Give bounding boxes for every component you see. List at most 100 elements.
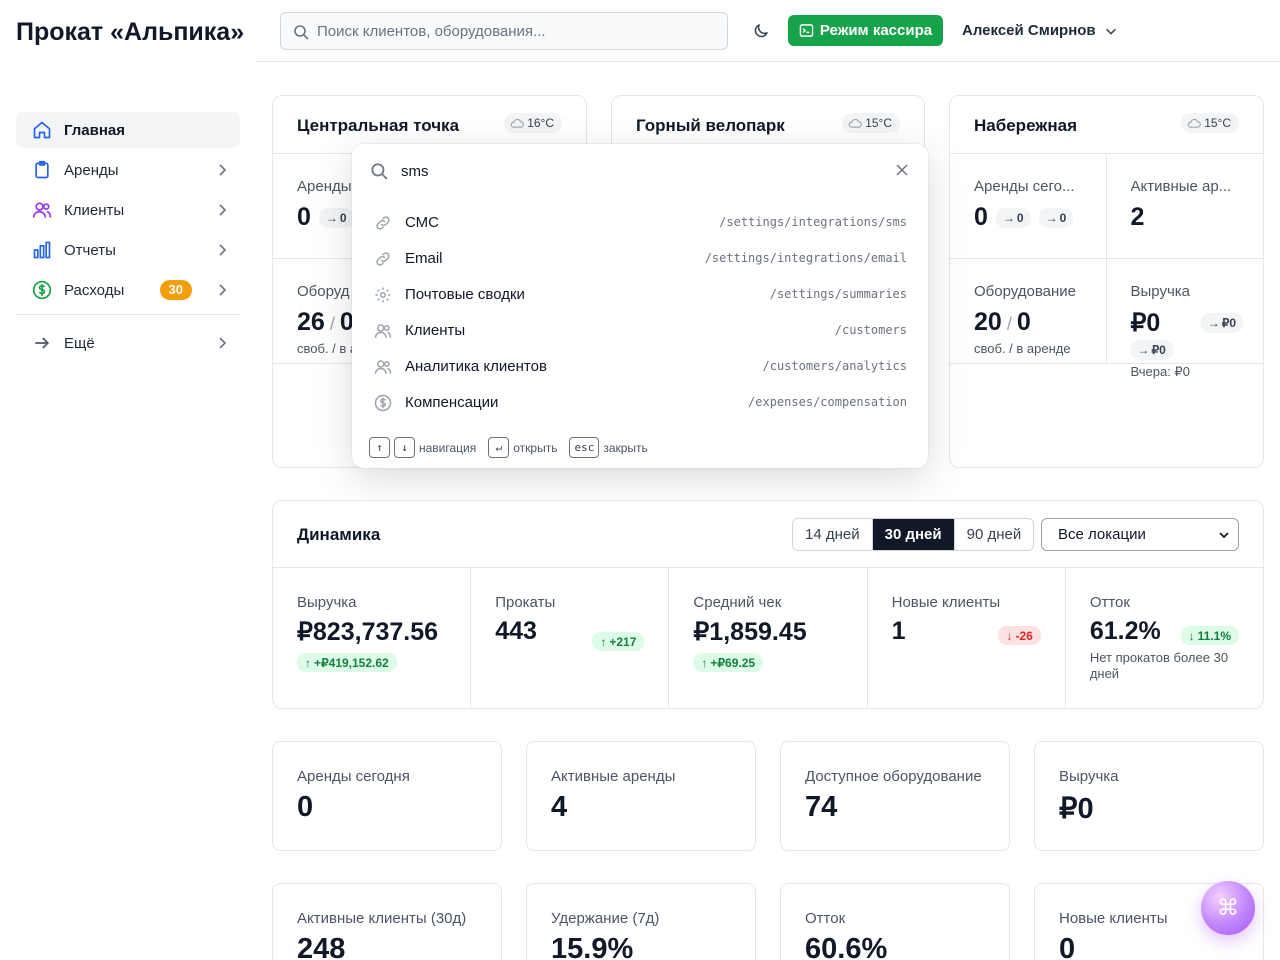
- metric-label: Средний чек: [693, 594, 782, 611]
- command-palette-button[interactable]: ⌘: [1201, 881, 1255, 935]
- sidebar-item-clients[interactable]: Клиенты: [16, 192, 240, 228]
- palette-query: sms: [401, 163, 429, 180]
- delta-badge-positive: ↑ +₽419,152.62: [297, 653, 397, 672]
- search-icon: [294, 25, 309, 40]
- palette-item-sms[interactable]: СМС /settings/integrations/sms: [352, 205, 928, 241]
- palette-item-label: СМС: [405, 214, 439, 231]
- kbd-esc: esc: [569, 437, 600, 458]
- metric-label: Активные ар...: [1130, 178, 1232, 195]
- kbd-enter: ↵: [488, 437, 510, 458]
- users-icon: [374, 324, 392, 338]
- palette-item-label: Email: [405, 250, 443, 267]
- cashier-mode-button[interactable]: Режим кассира: [788, 15, 943, 46]
- metric-label: Оборудование: [974, 283, 1077, 300]
- range-30-days[interactable]: 30 дней: [871, 519, 954, 550]
- cashier-mode-label: Режим кассира: [819, 22, 933, 39]
- metric-value: 0: [974, 203, 988, 231]
- palette-item-email[interactable]: Email /settings/integrations/email: [352, 241, 928, 277]
- sidebar: Прокат «Альпика» Главная Аренды Клиенты …: [0, 0, 256, 960]
- sidebar-item-home[interactable]: Главная: [16, 112, 240, 148]
- link-icon: [376, 252, 390, 266]
- delta-pill: → 0: [1038, 207, 1074, 228]
- metric-label: Выручка: [297, 594, 357, 611]
- sidebar-item-reports[interactable]: Отчеты: [16, 232, 240, 268]
- hint-open: открыть: [513, 440, 558, 455]
- location-name: Горный велопарк: [636, 116, 785, 135]
- delta-value: +217: [609, 634, 637, 649]
- palette-item-summaries[interactable]: Почтовые сводки /settings/summaries: [352, 277, 928, 313]
- sidebar-divider: [16, 314, 240, 315]
- delta-badge-positive: ↓ 11.1%: [1180, 626, 1240, 645]
- dynamics-metrics: Выручка ₽823,737.56 ↑ +₽419,152.62 Прокат…: [273, 568, 1263, 708]
- terminal-icon: [799, 24, 814, 37]
- chevron-down-icon: [1219, 532, 1229, 539]
- metric-label: Прокаты: [495, 594, 556, 611]
- sidebar-item-label: Расходы: [64, 281, 125, 299]
- metric-sub: своб. / в аренде: [974, 341, 1071, 356]
- chevron-right-icon: [219, 244, 227, 256]
- location-select[interactable]: Все локации: [1041, 518, 1239, 551]
- palette-item-label: Компенсации: [405, 394, 499, 411]
- users-icon: [32, 202, 52, 218]
- palette-item-label: Клиенты: [405, 322, 466, 339]
- palette-item-label: Почтовые сводки: [405, 286, 525, 303]
- app-logo: Прокат «Альпика»: [16, 18, 245, 46]
- palette-item-compensation[interactable]: Компенсации /expenses/compensation: [352, 385, 928, 421]
- users-icon: [374, 360, 392, 374]
- delta-value: 0: [1059, 210, 1067, 225]
- palette-footer: ↑ ↓ навигация ↵ открыть esc закрыть: [369, 437, 648, 458]
- home-icon: [33, 121, 51, 139]
- sidebar-item-label: Главная: [64, 121, 126, 139]
- sidebar-item-expenses[interactable]: Расходы 30: [16, 272, 240, 308]
- close-icon[interactable]: [896, 164, 908, 176]
- arrow-up-icon: ↑: [600, 634, 607, 649]
- delta-pill: → ₽0: [1130, 340, 1173, 360]
- stat-value: 15.9%: [551, 933, 634, 960]
- location-card-header: Набережная 15°C: [950, 96, 1263, 154]
- delta-value: +₽69.25: [710, 655, 756, 670]
- metric-note: Нет прокатов более 30 дней: [1089, 650, 1229, 681]
- stat-label: Отток: [805, 910, 846, 927]
- palette-item-customers[interactable]: Клиенты /customers: [352, 313, 928, 349]
- palette-item-customer-analytics[interactable]: Аналитика клиентов /customers/analytics: [352, 349, 928, 385]
- cloud-icon: [1187, 118, 1201, 128]
- stat-card-rentals-today: Аренды сегодня 0: [272, 741, 502, 851]
- command-icon: ⌘: [1217, 895, 1239, 921]
- palette-search[interactable]: sms: [352, 144, 928, 196]
- user-name: Алексей Смирнов: [962, 22, 1096, 39]
- arrow-right-icon: →: [325, 210, 338, 225]
- delta-value: -26: [1015, 628, 1033, 643]
- location-metrics: Аренды сего... 0 → 0 → 0 Активные ар... 2 …: [950, 154, 1263, 379]
- rentals-today-cell: Аренды сего... 0 → 0 → 0: [950, 154, 1107, 259]
- user-menu[interactable]: Алексей Смирнов: [962, 22, 1118, 39]
- hint-close: закрыть: [603, 440, 648, 455]
- range-90-days[interactable]: 90 дней: [953, 519, 1034, 550]
- sidebar-item-more[interactable]: Ещё: [16, 325, 240, 361]
- metric-churn: Отток 61.2% ↓ 11.1% Нет прокатов более 30…: [1066, 568, 1263, 708]
- sidebar-item-rentals[interactable]: Аренды: [16, 152, 240, 188]
- global-search-input[interactable]: Поиск клиентов, оборудования...: [280, 12, 728, 50]
- weather-temp: 15°C: [1204, 116, 1231, 130]
- cloud-icon: [510, 118, 524, 128]
- palette-results: СМС /settings/integrations/sms Email /se…: [352, 205, 928, 421]
- chevron-down-icon: [1105, 28, 1116, 35]
- arrow-down-icon: ↓: [1188, 628, 1195, 643]
- location-name: Центральная точка: [297, 116, 460, 135]
- range-14-days[interactable]: 14 дней: [793, 519, 872, 550]
- moon-icon[interactable]: [752, 22, 770, 40]
- delta-value: 0: [1016, 210, 1024, 225]
- topbar: Поиск клиентов, оборудования... Режим ка…: [256, 0, 1280, 62]
- palette-item-path: /expenses/compensation: [748, 395, 907, 409]
- delta-badge-negative: ↓ -26: [998, 626, 1041, 645]
- delta-pill: → 0: [318, 207, 354, 228]
- stat-value: 0: [297, 791, 314, 823]
- slash: /: [1001, 314, 1017, 334]
- range-selector: 14 дней 30 дней 90 дней: [792, 518, 1035, 551]
- delta-value: ₽0: [1151, 343, 1166, 357]
- palette-item-path: /settings/integrations/email: [704, 251, 907, 265]
- weather-temp: 16°C: [527, 116, 554, 130]
- link-icon: [376, 216, 390, 230]
- delta-pill: → 0: [995, 207, 1031, 228]
- metric-revenue: Выручка ₽823,737.56 ↑ +₽419,152.62: [273, 568, 472, 708]
- chevron-right-icon: [219, 204, 227, 216]
